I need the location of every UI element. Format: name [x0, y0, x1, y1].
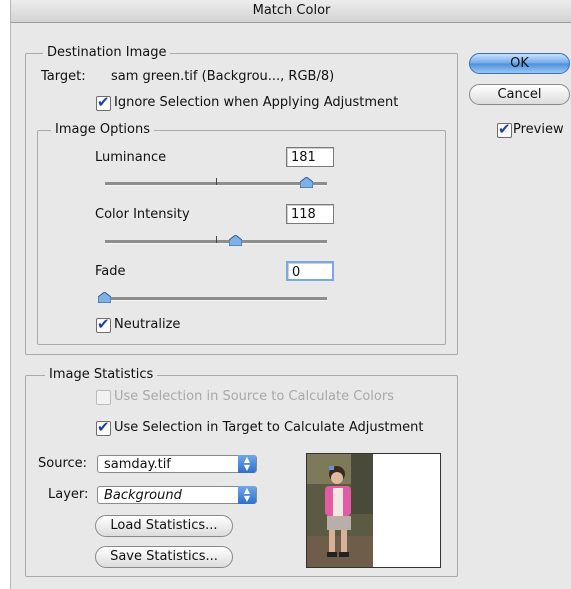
neutralize-label[interactable]: Neutralize [114, 317, 180, 332]
use-source-selection-label[interactable]: Use Selection in Source to Calculate Col… [114, 389, 394, 404]
match-color-dialog: Match Color Destination Image Target: sa… [10, 0, 571, 589]
color-intensity-label: Color Intensity [95, 207, 190, 222]
ignore-selection-label[interactable]: Ignore Selection when Applying Adjustmen… [114, 95, 398, 110]
fade-slider-thumb[interactable] [98, 292, 111, 303]
ignore-selection-checkbox[interactable] [96, 93, 111, 111]
source-thumbnail [306, 453, 441, 568]
fade-slider-track[interactable] [105, 297, 327, 301]
source-label: Source: [38, 456, 88, 471]
preview-label[interactable]: Preview [513, 122, 564, 137]
girl-photo-image [307, 454, 440, 567]
source-popup[interactable]: samday.tif ▲ ▼ [97, 455, 257, 473]
image-options-legend: Image Options [51, 122, 155, 137]
luminance-label: Luminance [95, 150, 167, 165]
cancel-button[interactable]: Cancel [469, 84, 570, 105]
preview-checkbox[interactable] [497, 120, 512, 138]
use-target-selection-checkbox[interactable] [96, 418, 111, 436]
neutralize-checkbox[interactable] [96, 315, 111, 333]
layer-popup[interactable]: Background ▲ ▼ [97, 486, 257, 504]
dialog-title: Match Color [11, 0, 571, 23]
fade-field[interactable]: 0 [286, 261, 334, 281]
popup-arrows-icon: ▲ ▼ [238, 455, 256, 473]
color-intensity-field[interactable]: 118 [286, 204, 334, 224]
layer-label: Layer: [48, 487, 89, 502]
use-source-selection-checkbox[interactable] [96, 390, 111, 405]
luminance-slider-midpoint [216, 178, 217, 185]
source-popup-value: samday.tif [104, 457, 171, 472]
destination-image-legend: Destination Image [43, 45, 171, 60]
load-statistics-button[interactable]: Load Statistics... [95, 515, 233, 537]
ok-button[interactable]: OK [469, 53, 570, 74]
target-label: Target: [41, 69, 86, 84]
image-statistics-legend: Image Statistics [45, 367, 158, 382]
popup-arrows-icon: ▲ ▼ [238, 486, 256, 504]
target-value: sam green.tif (Backgrou..., RGB/8) [111, 69, 335, 84]
use-target-selection-label[interactable]: Use Selection in Target to Calculate Adj… [114, 420, 423, 435]
luminance-slider-thumb[interactable] [300, 177, 313, 188]
layer-popup-value: Background [104, 488, 182, 503]
luminance-field[interactable]: 181 [286, 147, 334, 167]
color-intensity-slider-thumb[interactable] [229, 235, 242, 246]
color-intensity-slider-midpoint [216, 236, 217, 243]
save-statistics-button[interactable]: Save Statistics... [95, 546, 233, 568]
fade-label: Fade [95, 264, 126, 279]
